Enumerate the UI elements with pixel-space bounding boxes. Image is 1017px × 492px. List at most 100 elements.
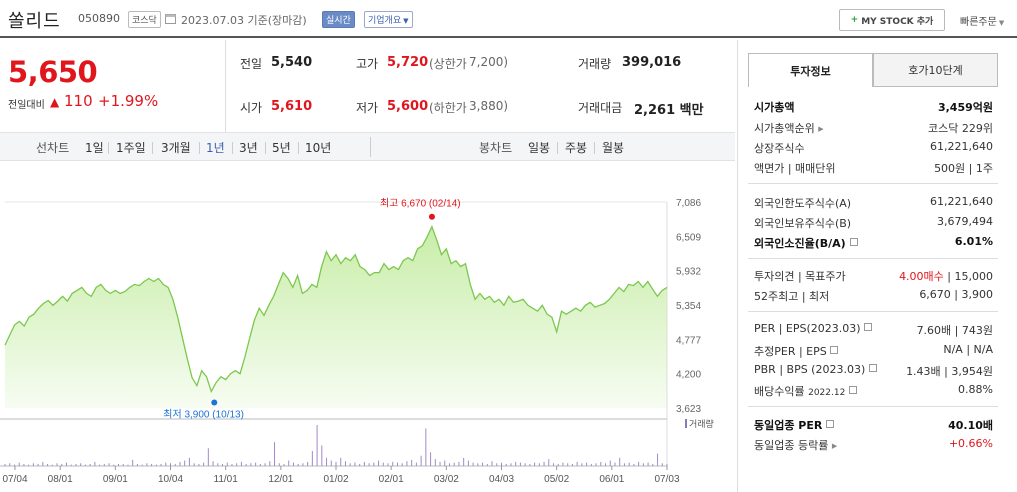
up-triangle-icon: ▲	[50, 95, 60, 109]
high-value: 5,720	[387, 55, 429, 70]
min-label: 최저 3,900 (10/13)	[163, 409, 244, 421]
opinion-value: 4.00매수 | 15,000	[899, 268, 993, 284]
sector-change-value: +0.66%	[948, 437, 993, 450]
help-icon[interactable]	[826, 420, 835, 428]
separator	[298, 142, 299, 154]
amount-value: 2,261 백만	[634, 99, 704, 118]
y-tick-label: 7,086	[676, 198, 701, 209]
chart-range-bar	[0, 132, 735, 161]
face-value-value: 500원 | 1주	[934, 162, 993, 175]
open-value: 5,610	[271, 99, 313, 114]
range-10y[interactable]: 10년	[305, 139, 331, 156]
sector-per-text: 동일업종 PER	[754, 419, 823, 432]
add-my-stock-button[interactable]: + MY STOCK 추가	[839, 9, 945, 31]
lower-limit-label: (하한가	[429, 101, 467, 115]
x-tick-label: 06/01	[599, 474, 624, 485]
per-eps-text: PER | EPS(2023.03)	[754, 322, 861, 335]
face-value-label: 액면가 | 매매단위	[754, 162, 836, 175]
opinion-label: 투자의견 | 목표주가	[754, 270, 846, 283]
sector-change-label[interactable]: 동일업종 등락률 ▶	[754, 437, 837, 453]
y-tick-label: 6,509	[676, 232, 701, 243]
amount-label: 거래대금	[578, 101, 623, 115]
dividend-value: 0.88%	[958, 383, 993, 396]
help-icon[interactable]	[864, 323, 873, 331]
dividend-period: 2022.12	[808, 388, 846, 398]
est-per-label: 추정PER | EPS	[754, 343, 839, 359]
foreign-ratio-text: 외국인소진율(B/A)	[754, 237, 846, 250]
prev-close-label: 전일	[240, 57, 263, 71]
x-tick-label: 04/03	[489, 474, 514, 485]
upper-limit-value: 7,200)	[469, 55, 509, 69]
separator	[232, 142, 233, 154]
chevron-right-icon: ▶	[818, 125, 824, 133]
range-3y[interactable]: 3년	[239, 139, 258, 156]
quote-date: 2023.07.03 기준(장마감)	[181, 12, 307, 28]
tab-order-book[interactable]: 호가10단계	[873, 53, 998, 87]
est-per-text: 추정PER | EPS	[754, 345, 827, 358]
52w-value: 6,670 | 3,900	[919, 288, 993, 301]
foreign-holding-value: 3,679,494	[937, 215, 993, 228]
x-tick-label: 05/02	[544, 474, 569, 485]
market-badge: 코스닥	[128, 11, 161, 28]
low-label: 저가	[356, 101, 379, 115]
company-overview-dropdown[interactable]: 기업개요 ▼	[364, 11, 413, 28]
range-3m[interactable]: 3개월	[161, 139, 191, 156]
52w-label: 52주최고 | 최저	[754, 290, 830, 303]
dividend-text: 배당수익률	[754, 385, 805, 398]
amount-unit: 백만	[679, 103, 704, 118]
tab-invest-info[interactable]: 투자정보	[748, 53, 873, 87]
candle-weekly[interactable]: 주봉	[565, 139, 587, 156]
listed-shares-value: 61,221,640	[930, 140, 993, 153]
range-1y[interactable]: 1년	[206, 139, 225, 156]
market-cap-rank-value: 코스닥 229위	[928, 122, 993, 135]
help-icon[interactable]	[868, 364, 877, 372]
low-value: 5,600	[387, 99, 429, 114]
change-label: 전일대비	[8, 100, 45, 111]
divider	[370, 137, 371, 157]
separator	[108, 142, 109, 154]
separator	[594, 142, 595, 154]
realtime-button[interactable]: 실시간	[322, 11, 355, 28]
opinion-rating: 4.00매수	[899, 270, 944, 283]
sector-per-label: 동일업종 PER	[754, 417, 835, 433]
range-5y[interactable]: 5년	[272, 139, 291, 156]
y-tick-label: 5,932	[676, 267, 701, 278]
dividend-label: 배당수익률 2022.12	[754, 383, 857, 399]
date-value: 2023.07.03	[181, 14, 244, 27]
y-tick-label: 5,354	[676, 301, 701, 312]
max-marker	[428, 213, 435, 220]
market-cap-value: 3,459억원	[937, 101, 993, 114]
separator	[265, 142, 266, 154]
change-value: 110	[64, 92, 93, 110]
current-price: 5,650	[8, 55, 98, 89]
x-tick-label: 09/01	[103, 474, 128, 485]
x-tick-label: 03/02	[434, 474, 459, 485]
candle-monthly[interactable]: 월봉	[602, 139, 624, 156]
foreign-holding-label: 외국인보유주식수(B)	[754, 217, 852, 230]
sector-change-text: 동일업종 등락률	[754, 439, 829, 452]
quick-order-link[interactable]: 빠른주문 ▼	[960, 13, 1004, 28]
y-tick-label: 4,200	[676, 370, 701, 381]
help-icon[interactable]	[848, 386, 857, 394]
rank-label-text: 시가총액순위	[754, 122, 815, 135]
x-tick-label: 07/03	[654, 474, 679, 485]
calendar-icon	[165, 14, 176, 24]
market-cap-rank-label[interactable]: 시가총액순위 ▶	[754, 120, 824, 136]
x-tick-label: 01/02	[323, 474, 348, 485]
prev-close-value: 5,540	[271, 55, 313, 70]
x-tick-label: 07/04	[2, 474, 27, 485]
mystock-label: MY STOCK 추가	[861, 16, 934, 27]
divider	[225, 40, 226, 133]
per-eps-label: PER | EPS(2023.03)	[754, 322, 873, 335]
candle-daily[interactable]: 일봉	[528, 139, 550, 156]
line-chart-label: 선차트	[36, 141, 70, 155]
range-1w[interactable]: 1주일	[116, 139, 146, 156]
help-icon[interactable]	[830, 346, 839, 354]
est-per-value: N/A | N/A	[943, 343, 993, 356]
pbr-bps-label: PBR | BPS (2023.03)	[754, 363, 877, 376]
volume-value: 399,016	[622, 55, 682, 70]
foreign-ratio-value: 6.01%	[954, 235, 993, 248]
chevron-down-icon: ▼	[998, 19, 1005, 27]
range-1d[interactable]: 1일	[85, 139, 104, 156]
help-icon[interactable]	[849, 238, 858, 246]
